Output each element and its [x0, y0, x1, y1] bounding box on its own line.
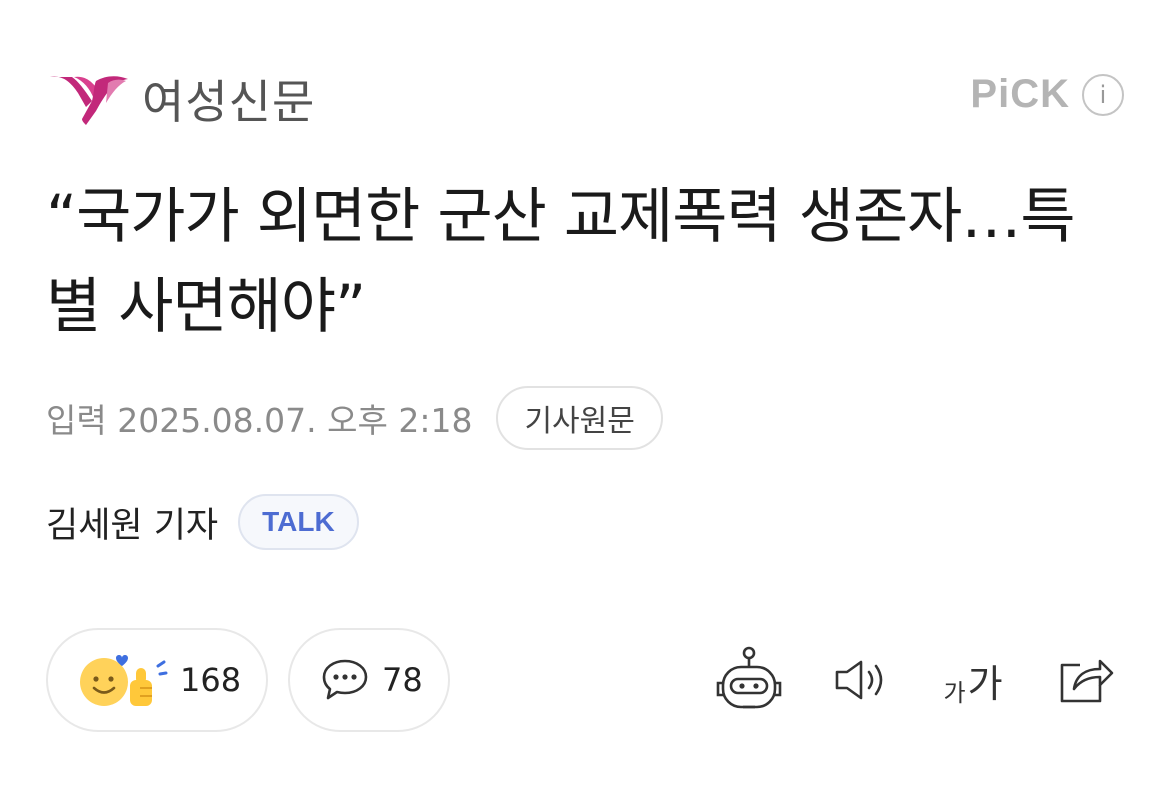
press-logo[interactable]: 여성신문 — [48, 66, 315, 132]
author-row: 김세원 기자 TALK — [46, 494, 359, 550]
share-button[interactable] — [1050, 640, 1120, 720]
robot-summary-icon — [716, 646, 782, 709]
font-small-glyph: 가 — [943, 678, 966, 707]
pick-label: PiCK — [970, 72, 1070, 116]
article-meta: 입력 2025.08.07. 오후 2:18 기사원문 — [46, 386, 663, 450]
pick-badge: PiCK i — [970, 72, 1124, 117]
comment-count: 78 — [382, 661, 423, 699]
font-size-button[interactable]: 가 가 — [938, 640, 1008, 720]
like-button[interactable]: 168 — [46, 628, 268, 732]
info-icon[interactable]: i — [1082, 73, 1124, 116]
press-header: 여성신문 PiCK i — [48, 66, 1128, 130]
speaker-icon — [835, 660, 883, 700]
author-name[interactable]: 김세원 기자 — [46, 497, 218, 548]
reaction-bar: 168 78 — [46, 628, 450, 732]
talk-button[interactable]: TALK — [238, 494, 359, 550]
original-article-button[interactable]: 기사원문 — [496, 386, 663, 450]
font-size-icon: 가 가 — [943, 653, 1002, 708]
press-name: 여성신문 — [142, 75, 316, 129]
article-tools: 가 가 — [672, 640, 1120, 720]
article-title: “국가가 외면한 군산 교제폭력 생존자…특별 사면해야” — [46, 182, 1076, 342]
like-count: 168 — [180, 661, 242, 699]
comment-bubble-icon — [322, 659, 368, 700]
comment-button[interactable]: 78 — [288, 628, 450, 732]
smiley-thumbs-up-icon — [80, 655, 168, 706]
tts-button[interactable] — [826, 640, 896, 720]
womennews-logo-icon — [50, 76, 128, 125]
publish-date: 입력 2025.08.07. 오후 2:18 — [46, 401, 473, 440]
summary-button[interactable] — [714, 640, 784, 720]
share-icon — [1060, 659, 1114, 703]
font-big-glyph: 가 — [967, 661, 1003, 706]
